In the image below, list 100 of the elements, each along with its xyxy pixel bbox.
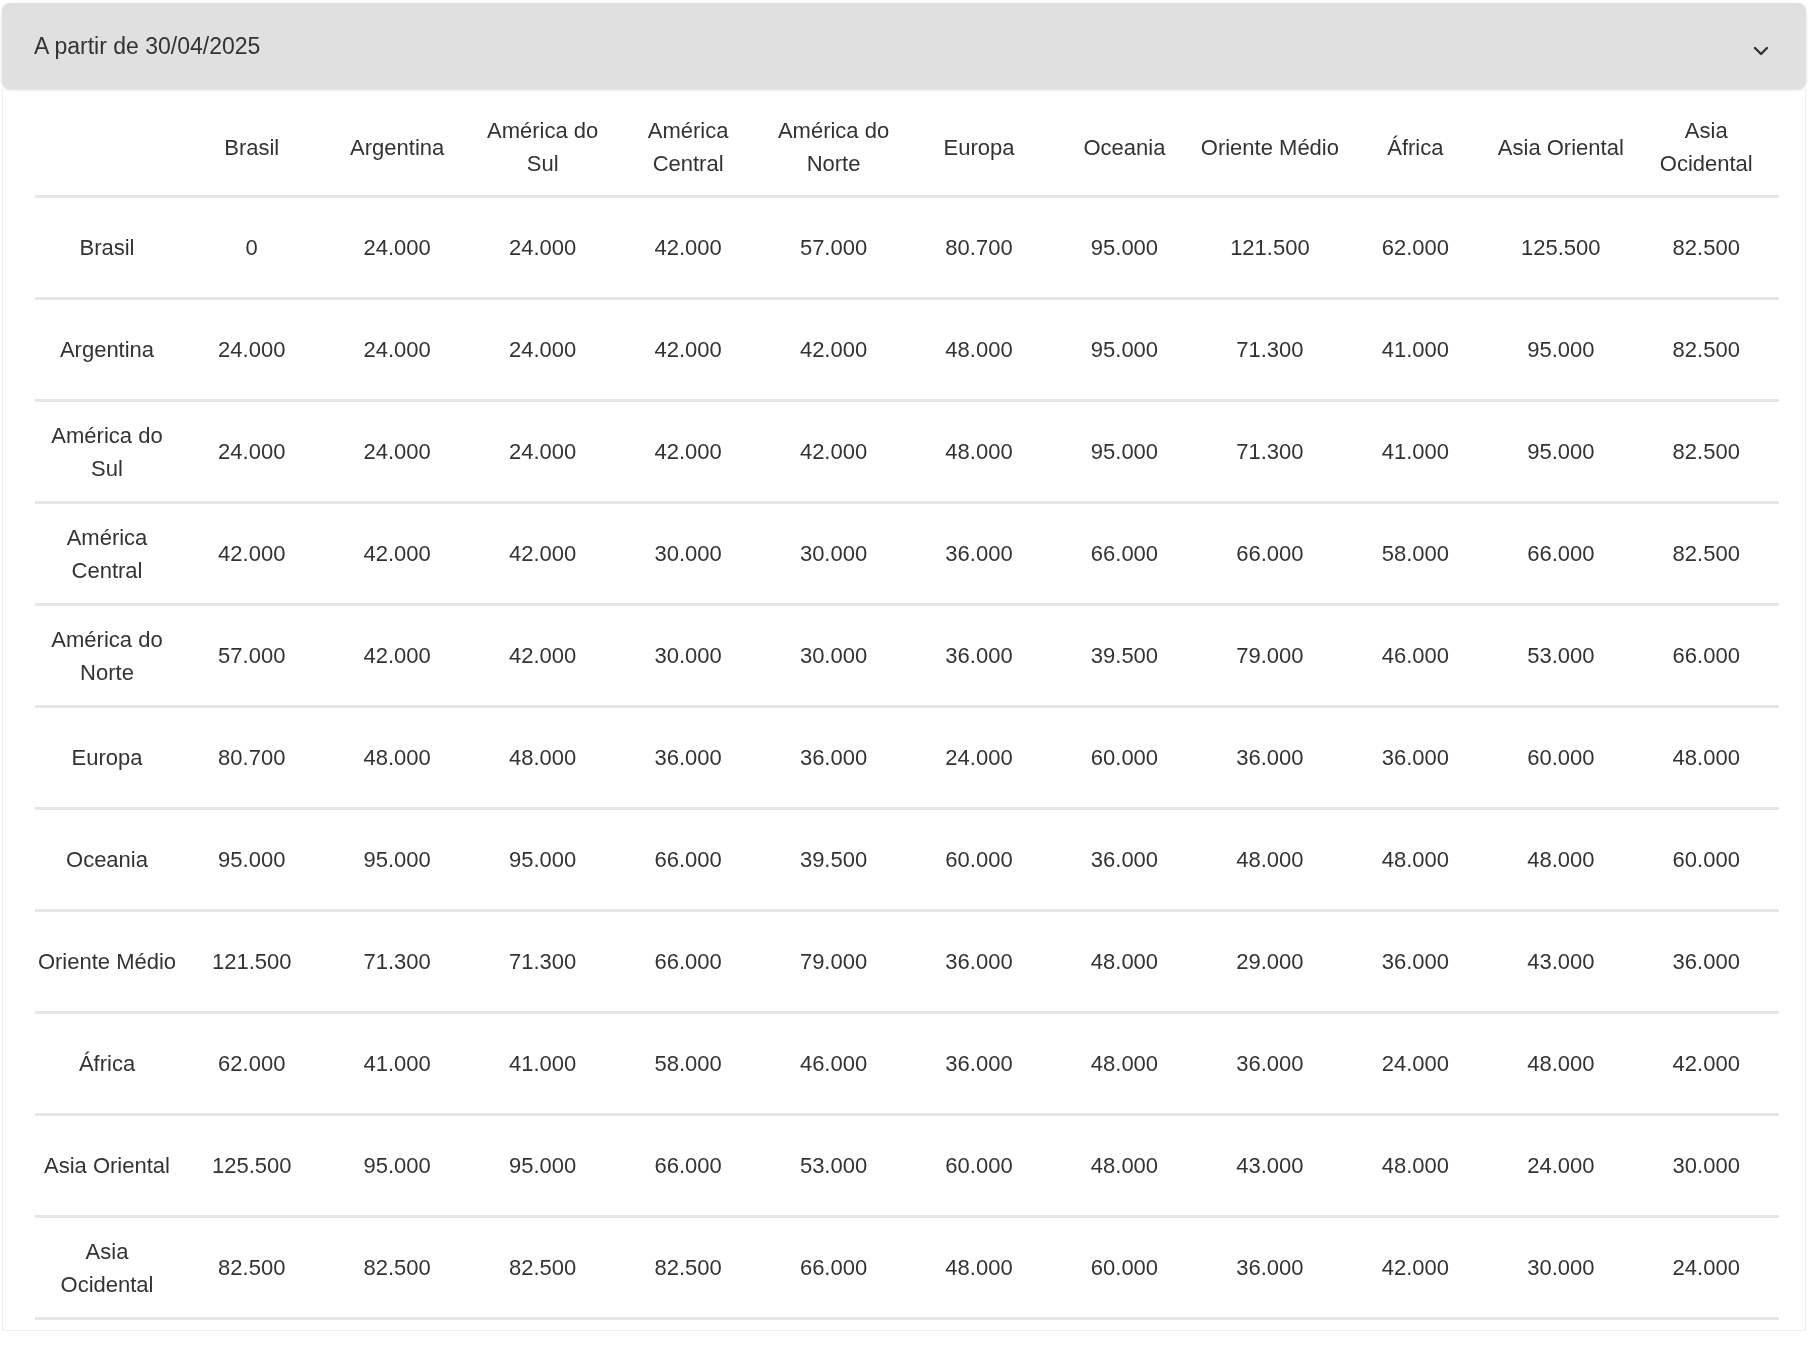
table-cell: 60.000 <box>906 808 1052 911</box>
table-cell: 42.000 <box>179 502 325 605</box>
table-cell: 29.000 <box>1197 910 1343 1013</box>
table-cell: 60.000 <box>1488 706 1634 809</box>
table-cell: 36.000 <box>1342 910 1489 1013</box>
row-header: Oceania <box>35 808 179 911</box>
column-header: Oriente Médio <box>1197 99 1343 197</box>
table-cell: 58.000 <box>615 1012 761 1115</box>
table-cell: 42.000 <box>615 400 761 503</box>
table-cell: 41.000 <box>469 1012 616 1115</box>
table-cell: 82.500 <box>1633 502 1779 605</box>
table-cell: 71.300 <box>1197 400 1343 503</box>
table-cell: 36.000 <box>1197 1012 1343 1115</box>
table-cell: 36.000 <box>1342 706 1489 809</box>
table-cell: 58.000 <box>1342 502 1489 605</box>
table-cell: 24.000 <box>1488 1114 1634 1217</box>
table-cell: 36.000 <box>1197 706 1343 809</box>
row-header: Argentina <box>35 298 179 401</box>
table-cell: 95.000 <box>469 808 616 911</box>
table-cell: 121.500 <box>179 910 325 1013</box>
table-cell: 24.000 <box>1342 1012 1489 1115</box>
table-cell: 80.700 <box>906 196 1052 299</box>
table-cell: 30.000 <box>760 502 907 605</box>
table-cell: 95.000 <box>324 1114 470 1217</box>
table-cell: 53.000 <box>760 1114 907 1217</box>
table-cell: 60.000 <box>906 1114 1052 1217</box>
table-cell: 42.000 <box>615 196 761 299</box>
table-cell: 48.000 <box>1051 910 1198 1013</box>
table-cell: 42.000 <box>760 298 907 401</box>
table-cell: 82.500 <box>1633 298 1779 401</box>
table-cell: 30.000 <box>615 502 761 605</box>
table-cell: 46.000 <box>1342 604 1489 707</box>
row-header: Asia Oriental <box>35 1114 179 1217</box>
table-cell: 43.000 <box>1197 1114 1343 1217</box>
row-header: Brasil <box>35 196 179 299</box>
table-cell: 79.000 <box>1197 604 1343 707</box>
table-cell: 42.000 <box>469 604 616 707</box>
table-cell: 24.000 <box>179 298 325 401</box>
table-cell: 48.000 <box>1633 706 1779 809</box>
table-cell: 48.000 <box>1488 808 1634 911</box>
table-cell: 95.000 <box>1051 298 1198 401</box>
table-cell: 48.000 <box>469 706 616 809</box>
row-header: América do Sul <box>35 400 179 503</box>
table-cell: 48.000 <box>906 400 1052 503</box>
table-cell: 36.000 <box>906 1012 1052 1115</box>
table-cell: 48.000 <box>1197 808 1343 911</box>
column-header: América Central <box>615 99 761 197</box>
table-cell: 95.000 <box>324 808 470 911</box>
table-cell: 30.000 <box>615 604 761 707</box>
table-cell: 36.000 <box>906 910 1052 1013</box>
column-header: Asia Oriental <box>1488 99 1634 197</box>
table-cell: 42.000 <box>324 502 470 605</box>
table-cell: 36.000 <box>1051 808 1198 911</box>
column-header: Argentina <box>324 99 470 197</box>
table-cell: 30.000 <box>1488 1216 1634 1319</box>
table-cell: 24.000 <box>1633 1216 1779 1319</box>
table-cell: 60.000 <box>1633 808 1779 911</box>
table-cell: 95.000 <box>1488 298 1634 401</box>
table-cell: 82.500 <box>1633 196 1779 299</box>
table-cell: 66.000 <box>1051 502 1198 605</box>
table-cell: 125.500 <box>179 1114 325 1217</box>
column-header: África <box>1342 99 1489 197</box>
table-cell: 82.500 <box>179 1216 325 1319</box>
row-header: África <box>35 1012 179 1115</box>
table-cell: 42.000 <box>1342 1216 1489 1319</box>
table-cell: 71.300 <box>1197 298 1343 401</box>
table-cell: 24.000 <box>906 706 1052 809</box>
table-cell: 57.000 <box>760 196 907 299</box>
table-cell: 24.000 <box>324 298 470 401</box>
table-cell: 42.000 <box>1633 1012 1779 1115</box>
table-cell: 48.000 <box>906 1216 1052 1319</box>
table-cell: 36.000 <box>906 502 1052 605</box>
table-cell: 36.000 <box>760 706 907 809</box>
table-cell: 36.000 <box>906 604 1052 707</box>
table-cell: 95.000 <box>1488 400 1634 503</box>
row-header: América Central <box>35 502 179 605</box>
table-cell: 60.000 <box>1051 706 1198 809</box>
table-cell: 39.500 <box>760 808 907 911</box>
table-cell: 53.000 <box>1488 604 1634 707</box>
table-cell: 39.500 <box>1051 604 1198 707</box>
table-cell: 66.000 <box>1197 502 1343 605</box>
table-cell: 66.000 <box>1633 604 1779 707</box>
table-cell: 95.000 <box>1051 196 1198 299</box>
table-cell: 66.000 <box>615 808 761 911</box>
column-header: Brasil <box>179 99 325 197</box>
table-cell: 48.000 <box>906 298 1052 401</box>
table-cell: 95.000 <box>469 1114 616 1217</box>
table-cell: 42.000 <box>469 502 616 605</box>
table-cell: 57.000 <box>179 604 325 707</box>
table-cell: 48.000 <box>324 706 470 809</box>
table-cell: 36.000 <box>615 706 761 809</box>
table-cell: 43.000 <box>1488 910 1634 1013</box>
row-header: Asia Ocidental <box>35 1216 179 1319</box>
accordion-header[interactable]: A partir de 30/04/2025 <box>2 3 1806 89</box>
table-cell: 24.000 <box>469 196 616 299</box>
row-header: Oriente Médio <box>35 910 179 1013</box>
table-cell: 71.300 <box>469 910 616 1013</box>
table-cell: 48.000 <box>1051 1012 1198 1115</box>
table-cell: 66.000 <box>615 910 761 1013</box>
table-cell: 48.000 <box>1488 1012 1634 1115</box>
